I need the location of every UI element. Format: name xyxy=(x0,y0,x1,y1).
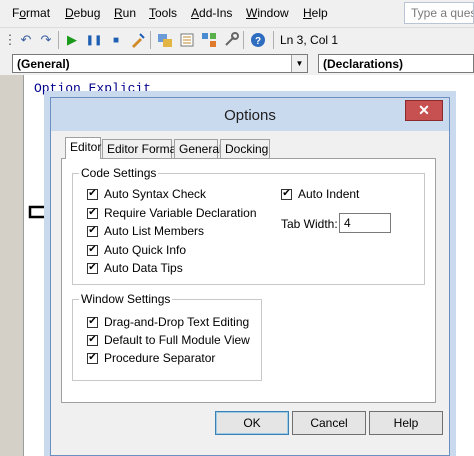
auto-list-members-checkbox[interactable]: ✔ Auto List Members xyxy=(87,224,204,238)
checkbox-label: Default to Full Module View xyxy=(104,333,250,347)
procedure-combo[interactable]: (Declarations) xyxy=(318,54,474,73)
menu-tools[interactable]: Tools xyxy=(149,6,177,20)
checkbox-label: Procedure Separator xyxy=(104,351,216,365)
properties-window-icon[interactable] xyxy=(179,32,195,48)
object-browser-icon[interactable] xyxy=(201,32,217,48)
toolbar-separator xyxy=(58,31,59,49)
redo-icon[interactable]: ↷ xyxy=(38,32,54,48)
tab-editor[interactable]: Editor xyxy=(65,137,101,159)
menu-window[interactable]: Window xyxy=(246,6,289,20)
require-variable-declaration-checkbox[interactable]: ✔ Require Variable Declaration xyxy=(87,206,257,220)
menu-add-ins[interactable]: Add-Ins xyxy=(191,6,232,20)
auto-indent-checkbox[interactable]: ✔ Auto Indent xyxy=(281,187,359,201)
undo-icon[interactable]: ↶ xyxy=(18,32,34,48)
ok-button[interactable]: OK xyxy=(215,411,289,435)
close-icon: ✕ xyxy=(418,102,430,118)
standard-toolbar: ⋮ ↶ ↷ ▶ ❚❚ ■ ? Ln 3, Col 1 xyxy=(0,27,474,51)
help-button[interactable]: Help xyxy=(369,411,443,435)
menu-run[interactable]: Run xyxy=(114,6,136,20)
menu-format[interactable]: Format xyxy=(12,6,50,20)
code-line: Option Explicit xyxy=(34,81,152,96)
chevron-down-icon[interactable]: ▼ xyxy=(291,55,307,72)
procedure-combo-value: (Declarations) xyxy=(323,57,404,71)
object-combo[interactable]: (General) ▼ xyxy=(12,54,308,73)
checkbox-label: Auto Indent xyxy=(298,187,360,201)
dialog-title-bar[interactable]: Options ✕ xyxy=(51,98,449,131)
help-icon[interactable]: ? xyxy=(250,32,266,48)
auto-quick-info-checkbox[interactable]: ✔ Auto Quick Info xyxy=(87,243,186,257)
checkbox-checked-icon: ✔ xyxy=(87,334,98,346)
checkbox-checked-icon: ✔ xyxy=(87,244,98,256)
menu-debug[interactable]: Debug xyxy=(65,6,100,20)
toolbar-separator xyxy=(273,31,274,49)
auto-syntax-check-checkbox[interactable]: ✔ Auto Syntax Check xyxy=(87,187,206,201)
checkbox-checked-icon: ✔ xyxy=(87,262,98,274)
close-button[interactable]: ✕ xyxy=(405,100,443,121)
window-settings-group: Window Settings ✔ Drag-and-Drop Text Edi… xyxy=(72,292,262,381)
checkbox-label: Auto List Members xyxy=(104,224,205,238)
help-search-input[interactable]: Type a question for help xyxy=(404,2,474,24)
menu-help[interactable]: Help xyxy=(303,6,328,20)
run-icon[interactable]: ▶ xyxy=(64,32,80,48)
checkbox-checked-icon: ✔ xyxy=(87,352,98,364)
code-margin-indicator-bar xyxy=(0,75,24,456)
checkbox-checked-icon: ✔ xyxy=(281,188,292,200)
toolbar-separator xyxy=(243,31,244,49)
tab-general[interactable]: General xyxy=(174,139,222,158)
checkbox-label: Drag-and-Drop Text Editing xyxy=(104,315,250,329)
checkbox-checked-icon: ✔ xyxy=(87,225,98,237)
default-to-full-module-view-checkbox[interactable]: ✔ Default to Full Module View xyxy=(87,333,250,347)
checkbox-checked-icon: ✔ xyxy=(87,188,98,200)
editor-tab-panel: Code Settings ✔ Auto Syntax Check ✔ Requ… xyxy=(61,158,436,403)
reset-icon[interactable]: ■ xyxy=(108,32,124,48)
dialog-title: Options xyxy=(224,107,276,124)
project-explorer-icon[interactable] xyxy=(157,32,173,48)
code-settings-group: Code Settings ✔ Auto Syntax Check ✔ Requ… xyxy=(72,166,425,285)
toolbar-separator xyxy=(150,31,151,49)
checkbox-checked-icon: ✔ xyxy=(87,207,98,219)
menu-bar: Format Debug Run Tools Add-Ins Window He… xyxy=(0,0,474,26)
checkbox-label: Auto Data Tips xyxy=(104,261,183,275)
checkbox-checked-icon: ✔ xyxy=(87,316,98,328)
break-icon[interactable]: ❚❚ xyxy=(86,32,103,48)
svg-text:?: ? xyxy=(255,36,261,47)
checkbox-label: Auto Quick Info xyxy=(104,243,187,257)
design-mode-icon[interactable] xyxy=(130,32,146,48)
object-combo-value: (General) xyxy=(17,57,70,71)
checkbox-label: Require Variable Declaration xyxy=(104,206,257,220)
procedure-separator-checkbox[interactable]: ✔ Procedure Separator xyxy=(87,351,215,365)
cancel-button[interactable]: Cancel xyxy=(292,411,366,435)
tab-width-input[interactable]: 4 xyxy=(339,213,391,233)
checkbox-label: Auto Syntax Check xyxy=(104,187,207,201)
code-window-header: (General) ▼ (Declarations) xyxy=(0,52,474,74)
tab-docking[interactable]: Docking xyxy=(220,139,270,158)
code-settings-label: Code Settings xyxy=(79,166,159,180)
tab-width-label: Tab Width: xyxy=(281,217,338,231)
drag-and-drop-text-editing-checkbox[interactable]: ✔ Drag-and-Drop Text Editing xyxy=(87,315,249,329)
auto-data-tips-checkbox[interactable]: ✔ Auto Data Tips xyxy=(87,261,183,275)
cursor-position: Ln 3, Col 1 xyxy=(280,33,339,47)
toolbox-icon[interactable] xyxy=(223,32,239,48)
window-settings-label: Window Settings xyxy=(79,292,173,306)
tab-editor-format[interactable]: Editor Format xyxy=(102,139,180,158)
toolbar-gripper-icon: ⋮ xyxy=(3,32,17,47)
options-dialog: Options ✕ Editor Editor Format General D… xyxy=(50,97,450,456)
